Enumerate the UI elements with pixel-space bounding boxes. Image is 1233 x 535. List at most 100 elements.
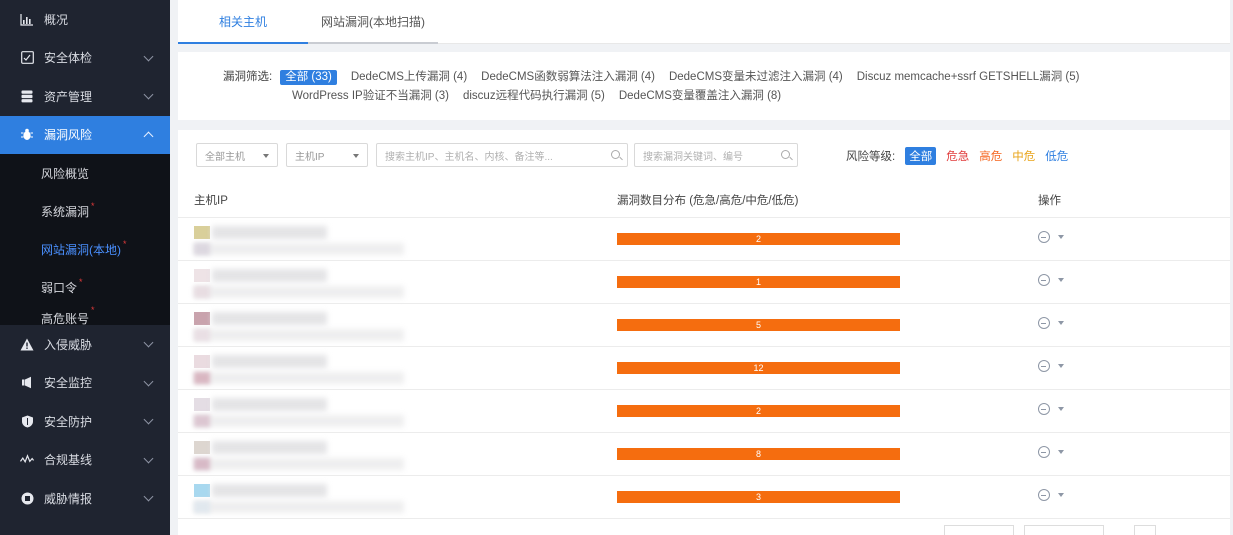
filter-chip[interactable]: DedeCMS变量未过滤注入漏洞 (4) [669,70,843,85]
nav-item-threat-intel[interactable]: 威胁情报 [0,479,170,518]
vuln-count-bar: 5 [617,319,900,331]
row-action-menu[interactable] [1038,489,1064,501]
filter-chip[interactable]: DedeCMS上传漏洞 (4) [351,70,467,85]
tab-related-hosts[interactable]: 相关主机 [178,0,308,44]
vuln-count-bar: 12 [617,362,900,374]
caret-down-icon[interactable] [1058,321,1064,325]
nav-item-intrusion-threats[interactable]: 入侵威胁 [0,325,170,364]
page-size-select[interactable] [944,525,1014,535]
bar-chart-icon [20,12,34,26]
table-row: 2 [178,218,1230,261]
vuln-count-bar: 8 [617,448,900,460]
redaction-blur [194,329,404,341]
redaction-blur [212,269,327,282]
search-icon[interactable] [781,150,790,159]
new-dot-badge: * [91,306,95,315]
search-icon[interactable] [611,150,620,159]
nav-item-vulnerability-risk[interactable]: 漏洞风险 [0,115,170,154]
filter-chip[interactable]: discuz远程代码执行漏洞 (5) [463,89,605,104]
vuln-filter-title: 漏洞筛选: [223,71,273,83]
row-action-menu[interactable] [1038,403,1064,415]
caret-down-icon [263,154,269,158]
submenu-item-risk-overview[interactable]: 风险概览 [0,154,170,192]
chevron-down-icon [143,51,154,61]
submenu-item-website-vulns[interactable]: 网站漏洞(本地) * [0,230,170,268]
row-action-menu[interactable] [1038,317,1064,329]
row-action-menu[interactable] [1038,446,1064,458]
more-options-icon[interactable] [1038,274,1050,286]
caret-down-icon[interactable] [1058,450,1064,454]
redaction-swatch [194,355,210,368]
caret-down-icon[interactable] [1058,235,1064,239]
more-options-icon[interactable] [1038,317,1050,329]
chevron-up-icon [143,131,154,141]
risk-level-critical[interactable]: 危急 [946,148,969,164]
host-ip-redacted [194,353,404,385]
intel-icon [20,491,34,505]
host-search-input[interactable]: 搜索主机IP、主机名、内核、备注等... [376,143,628,167]
page-jump-input[interactable] [1134,525,1156,535]
more-options-icon[interactable] [1038,231,1050,243]
nav-item-overview[interactable]: 概况 [0,0,170,39]
nav-item-label: 漏洞风险 [44,128,93,143]
host-group-select[interactable]: 全部主机 [196,143,278,167]
chevron-down-icon [143,491,154,502]
redaction-swatch [194,372,210,384]
redaction-blur [212,484,327,497]
filter-chip[interactable]: DedeCMS函数弱算法注入漏洞 (4) [481,70,655,85]
vuln-search-input[interactable]: 搜索漏洞关键词、编号 [634,143,798,167]
more-options-icon[interactable] [1038,403,1050,415]
nav-item-label: 入侵威胁 [44,337,93,352]
nav-item-compliance-baseline[interactable]: 合规基线 [0,441,170,480]
submenu-item-system-vulns[interactable]: 系统漏洞 * [0,192,170,230]
filter-chip[interactable]: Discuz memcache+ssrf GETSHELL漏洞 (5) [857,70,1080,85]
vuln-filter-row: 漏洞筛选: 全部 (33) DedeCMS上传漏洞 (4) DedeCMS函数弱… [223,70,1183,104]
submenu-item-label: 高危账号 [41,312,90,325]
risk-level-medium[interactable]: 中危 [1012,148,1035,164]
filter-chip[interactable]: DedeCMS变量覆盖注入漏洞 (8) [619,89,781,104]
risk-level-all[interactable]: 全部 [905,147,937,165]
vuln-search-placeholder: 搜索漏洞关键词、编号 [643,151,743,163]
nav-item-asset-management[interactable]: 资产管理 [0,77,170,116]
filter-chip-all[interactable]: 全部 (33) [280,70,337,85]
host-search-placeholder: 搜索主机IP、主机名、内核、备注等... [385,151,553,163]
nav-item-label: 威胁情报 [44,491,93,506]
page-numbers[interactable] [1024,525,1104,535]
row-action-menu[interactable] [1038,274,1064,286]
nav-item-security-monitoring[interactable]: 安全监控 [0,364,170,403]
table-toolbar: 全部主机 主机IP 搜索主机IP、主机名、内核、备注等... 搜索漏洞关键词、编… [196,143,804,167]
chevron-down-icon [143,337,154,348]
more-options-icon[interactable] [1038,446,1050,458]
nav-item-security-check[interactable]: 安全体检 [0,39,170,78]
submenu-item-risky-accounts[interactable]: 高危账号 * [0,306,170,325]
more-options-icon[interactable] [1038,489,1050,501]
check-box-icon [20,51,34,65]
caret-down-icon[interactable] [1058,364,1064,368]
sidebar: 概况 安全体检 资产管理 漏洞风险 风险概览 系统漏洞* 网站漏洞(本地)* [0,0,170,535]
nav-item-security-protection[interactable]: 安全防护 [0,402,170,441]
table-row: 8 [178,433,1230,476]
chevron-down-icon [143,414,154,425]
filter-chip[interactable]: WordPress IP验证不当漏洞 (3) [292,89,449,104]
table-row: 3 [178,476,1230,519]
chevron-down-icon [143,89,154,100]
row-action-menu[interactable] [1038,360,1064,372]
risk-level-high[interactable]: 高危 [979,148,1002,164]
caret-down-icon[interactable] [1058,407,1064,411]
redaction-blur [212,226,327,239]
more-options-icon[interactable] [1038,360,1050,372]
pagination [938,525,1156,535]
host-field-select[interactable]: 主机IP [286,143,368,167]
risk-level-low[interactable]: 低危 [1045,148,1068,164]
redaction-blur [194,501,404,513]
nav-item-label: 资产管理 [44,89,93,104]
caret-down-icon[interactable] [1058,278,1064,282]
host-ip-redacted [194,267,404,299]
tab-website-vulns-local-scan[interactable]: 网站漏洞(本地扫描) [308,0,438,44]
table-header: 主机IP 漏洞数目分布 (危急/高危/中危/低危) 操作 [178,180,1230,218]
submenu-item-weak-passwords[interactable]: 弱口令 * [0,268,170,306]
submenu-item-label: 系统漏洞 [41,204,90,219]
row-action-menu[interactable] [1038,231,1064,243]
nav-item-label: 合规基线 [44,453,93,468]
caret-down-icon[interactable] [1058,493,1064,497]
